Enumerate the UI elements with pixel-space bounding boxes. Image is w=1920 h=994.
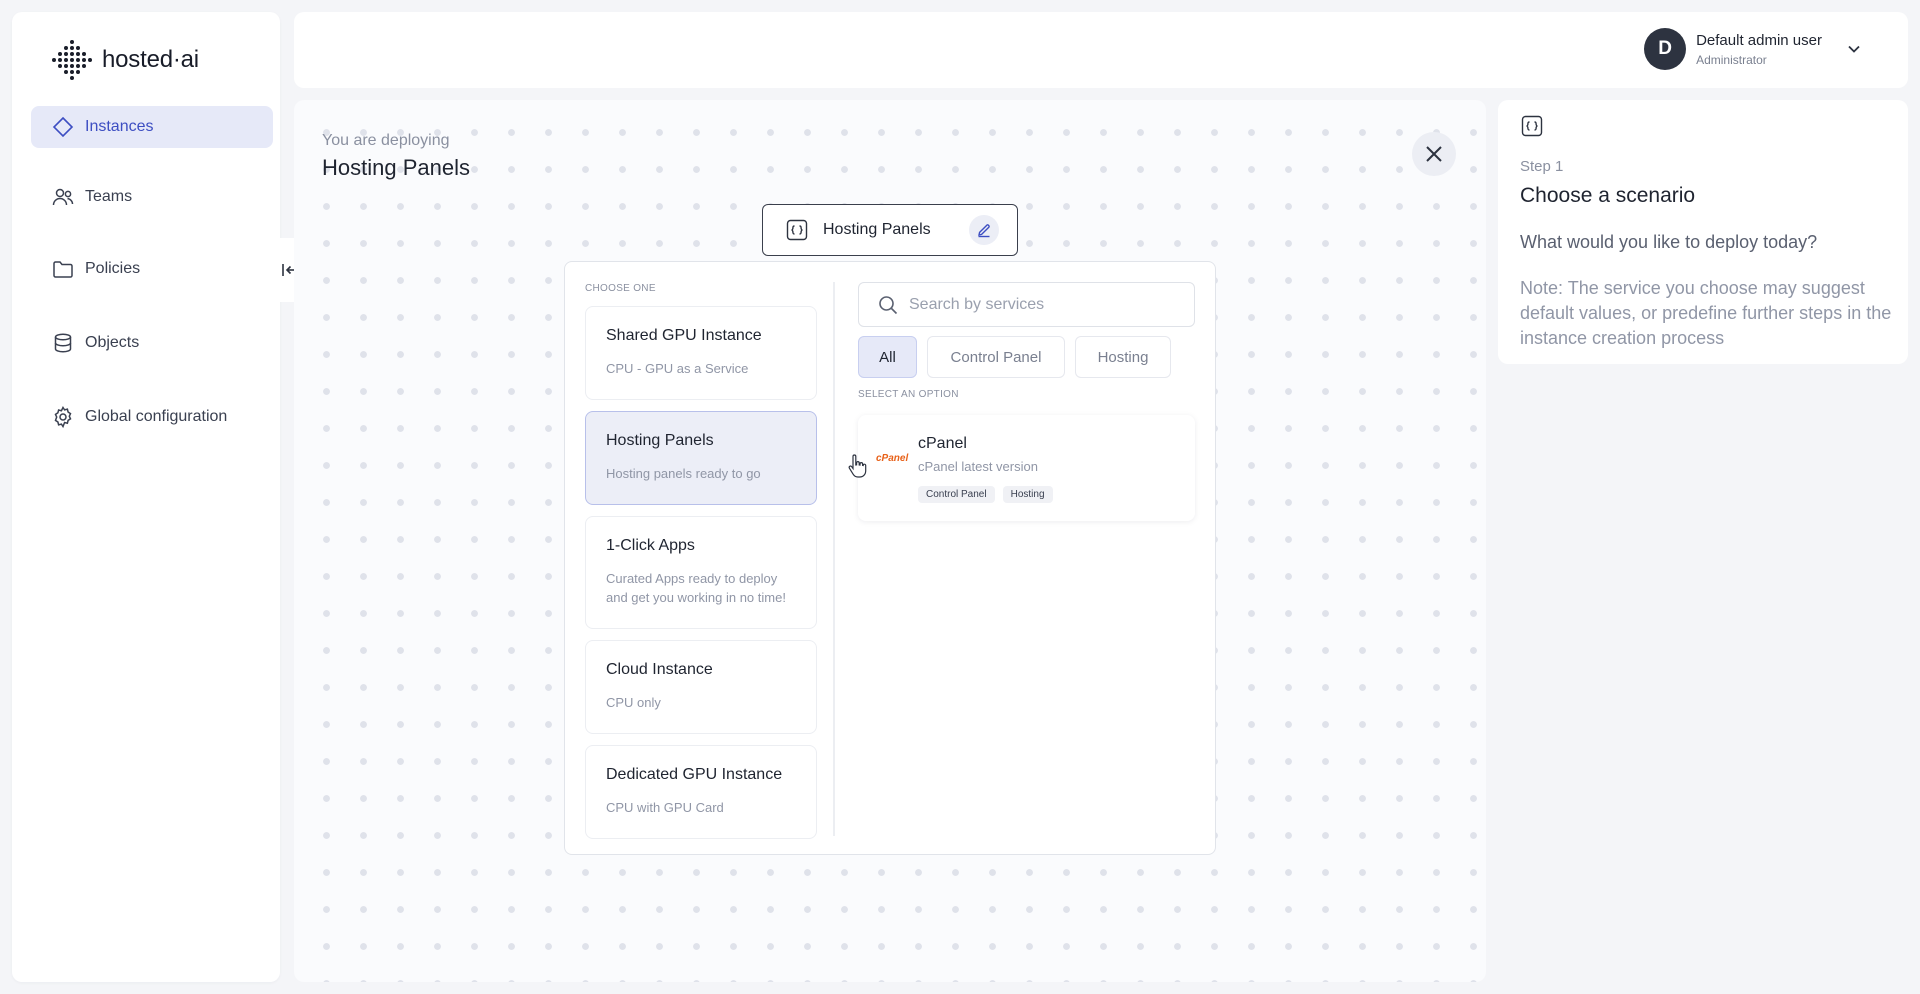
steps-panel: Step 1 Choose a scenario What would you … <box>1498 100 1908 364</box>
avatar: D <box>1644 28 1687 70</box>
search-input[interactable] <box>909 295 1169 314</box>
user-info: Default admin user Administrator <box>1696 32 1822 67</box>
tag: Hosting <box>1002 486 1053 503</box>
option-1-click-apps[interactable]: 1-Click Apps Curated Apps ready to deplo… <box>585 516 817 629</box>
sidebar-item-policies[interactable]: Policies <box>31 248 273 290</box>
sidebar-item-label: Instances <box>85 118 154 135</box>
user-name: Default admin user <box>1696 31 1822 49</box>
cylinder-icon <box>54 333 72 353</box>
divider <box>833 282 835 836</box>
search-icon <box>879 295 898 314</box>
filter-control-panel[interactable]: Control Panel <box>927 336 1065 378</box>
brand-name: hosted·ai <box>102 46 199 73</box>
cpanel-logo: cPanel <box>876 453 909 464</box>
step-title: Choose a scenario <box>1520 184 1696 207</box>
sidebar-nav: Instances Teams Policies Objects Global … <box>31 106 273 438</box>
search-box[interactable] <box>858 282 1195 327</box>
card-subtitle: cPanel latest version <box>918 459 1038 474</box>
option-dedicated-gpu-instance[interactable]: Dedicated GPU Instance CPU with GPU Card <box>585 745 817 839</box>
option-title: 1-Click Apps <box>606 537 695 554</box>
deploy-canvas: You are deploying Hosting Panels Hosting… <box>294 100 1486 982</box>
sidebar-item-label: Global configuration <box>85 408 228 425</box>
user-role: Administrator <box>1696 52 1767 67</box>
scenario-icon <box>1521 115 1543 137</box>
filter-all[interactable]: All <box>858 336 917 378</box>
logo-mark-icon <box>52 40 92 80</box>
close-button[interactable] <box>1412 132 1456 176</box>
scenario-node[interactable]: Hosting Panels <box>762 204 1018 256</box>
close-icon <box>1426 146 1442 162</box>
option-shared-gpu-instance[interactable]: Shared GPU Instance CPU - GPU as a Servi… <box>585 306 817 400</box>
sidebar-item-teams[interactable]: Teams <box>31 176 273 218</box>
scenario-icon <box>786 219 808 241</box>
step-question: What would you like to deploy today? <box>1520 232 1818 252</box>
sidebar-item-label: Teams <box>85 188 133 205</box>
filter-hosting[interactable]: Hosting <box>1075 336 1171 378</box>
option-title: Hosting Panels <box>606 432 714 449</box>
scenario-options: Shared GPU Instance CPU - GPU as a Servi… <box>585 306 817 850</box>
folder-icon <box>53 261 73 278</box>
sidebar-item-global-configuration[interactable]: Global configuration <box>31 396 273 438</box>
choose-one-label: CHOOSE ONE <box>585 283 656 294</box>
filter-tabs: All Control Panel Hosting <box>858 336 1171 378</box>
option-cloud-instance[interactable]: Cloud Instance CPU only <box>585 640 817 734</box>
option-title: Cloud Instance <box>606 661 713 678</box>
option-subtitle: CPU with GPU Card <box>606 800 724 815</box>
deploying-label: You are deploying <box>322 132 450 149</box>
sidebar-item-label: Policies <box>85 260 141 277</box>
brand-logo[interactable]: hosted·ai <box>50 40 199 80</box>
sidebar-item-instances[interactable]: Instances <box>31 106 273 148</box>
sidebar: hosted·ai Instances Teams Policies Objec… <box>12 12 280 982</box>
sidebar-item-objects[interactable]: Objects <box>31 322 273 364</box>
card-tags: Control Panel Hosting <box>918 486 1053 503</box>
tag: Control Panel <box>918 486 995 503</box>
select-option-label: SELECT AN OPTION <box>858 389 959 400</box>
option-subtitle: CPU - GPU as a Service <box>606 361 749 376</box>
users-icon <box>52 188 74 206</box>
edit-scenario-button[interactable] <box>969 215 999 245</box>
scenario-node-label: Hosting Panels <box>823 221 931 238</box>
pencil-icon <box>978 224 990 238</box>
scenario-chooser: CHOOSE ONE Shared GPU Instance CPU - GPU… <box>564 261 1216 855</box>
page-title: Hosting Panels <box>322 155 470 180</box>
option-subtitle: CPU only <box>606 695 661 710</box>
diamond-icon <box>52 116 74 138</box>
option-title: Dedicated GPU Instance <box>606 766 783 783</box>
step-note: Note: The service you choose may suggest… <box>1520 278 1892 348</box>
step-number: Step 1 <box>1520 158 1564 175</box>
hand-cursor-icon <box>848 454 867 478</box>
option-subtitle: Hosting panels ready to go <box>606 466 761 481</box>
chevron-down-icon <box>1848 45 1860 53</box>
gear-icon <box>54 406 72 429</box>
card-title: cPanel <box>918 435 967 452</box>
option-title: Shared GPU Instance <box>606 327 762 344</box>
sidebar-item-label: Objects <box>85 334 140 351</box>
option-hosting-panels[interactable]: Hosting Panels Hosting panels ready to g… <box>585 411 817 505</box>
user-menu[interactable]: D Default admin user Administrator <box>1644 28 1864 70</box>
option-subtitle: Curated Apps ready to deploy and get you… <box>606 571 786 605</box>
option-card-cpanel[interactable]: cPanel cPanel cPanel latest version Cont… <box>858 415 1195 521</box>
top-header: D Default admin user Administrator <box>294 12 1908 88</box>
